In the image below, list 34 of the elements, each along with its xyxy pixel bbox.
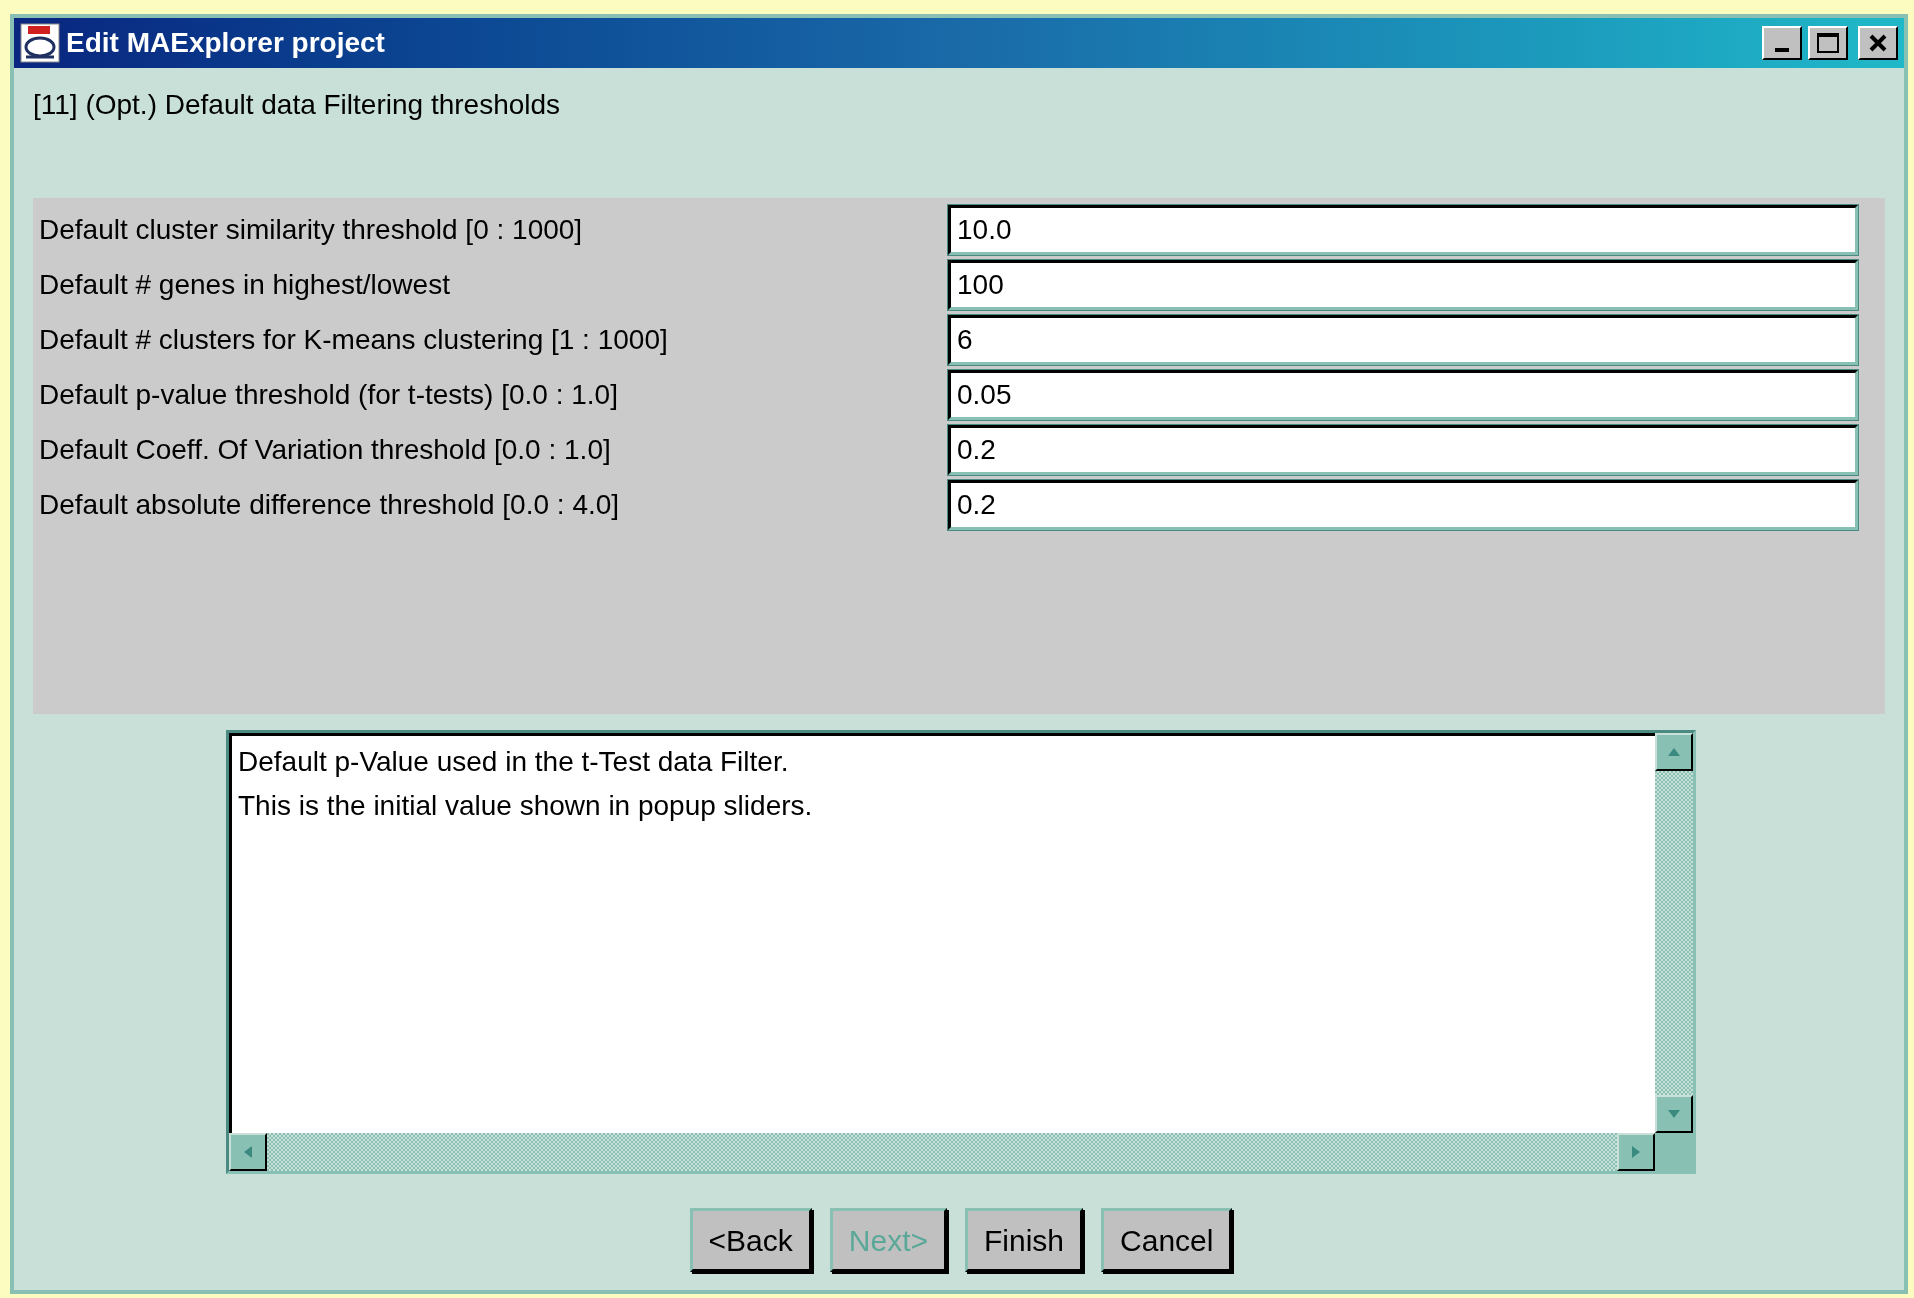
wizard-button[interactable]: <Back: [689, 1208, 812, 1272]
input-field[interactable]: 100: [948, 259, 1858, 310]
left-arrow-icon: [242, 1144, 254, 1160]
help-text-area[interactable]: Default p-Value used in the t-Test data Filter. This is the initial value shown in popup sliders.: [226, 730, 1696, 1174]
input-field[interactable]: 6: [948, 314, 1858, 365]
scroll-down-button[interactable]: [1655, 1095, 1693, 1133]
vertical-scrollbar[interactable]: [1655, 733, 1693, 1133]
window-title: Edit MAExplorer project: [66, 26, 386, 60]
field-label: Default Coeff. Of Variation threshold [0.0 : 1.0]: [39, 432, 612, 467]
field-label: Default # genes in highest/lowest: [39, 267, 451, 302]
field-label: Default # clusters for K-means clustering [1 : 1000]: [39, 322, 669, 357]
help-text: Default p-Value used in the t-Test data Filter. This is the initial value shown in popup sliders.: [238, 745, 814, 823]
wizard-button[interactable]: Finish: [965, 1208, 1084, 1272]
down-arrow-icon: [1666, 1108, 1682, 1120]
app-icon: [20, 23, 60, 63]
wizard-button[interactable]: Cancel: [1101, 1208, 1233, 1272]
input-field[interactable]: 0.05: [948, 369, 1858, 420]
up-arrow-icon: [1666, 746, 1682, 758]
step-heading: [11] (Opt.) Default data Filtering thresholds: [33, 89, 561, 120]
field-label: Default p-value threshold (for t-tests) [0.0 : 1.0]: [39, 377, 619, 412]
input-field[interactable]: 0.2: [948, 424, 1858, 475]
close-button[interactable]: [1858, 26, 1898, 60]
scroll-left-button[interactable]: [229, 1133, 267, 1171]
field-label: Default absolute difference threshold [0.0 : 4.0]: [39, 487, 621, 522]
input-field[interactable]: 10.0: [948, 204, 1858, 255]
close-icon: [1868, 33, 1888, 53]
input-field[interactable]: 0.2: [948, 479, 1858, 530]
right-arrow-icon: [1630, 1144, 1642, 1160]
maximize-button[interactable]: [1808, 26, 1848, 60]
horizontal-scrollbar[interactable]: [229, 1133, 1655, 1171]
field-label: Default cluster similarity threshold [0 : 1000]: [39, 212, 584, 247]
minimize-button[interactable]: [1762, 26, 1802, 60]
scroll-right-button[interactable]: [1617, 1133, 1655, 1171]
scroll-up-button[interactable]: [1655, 733, 1693, 771]
